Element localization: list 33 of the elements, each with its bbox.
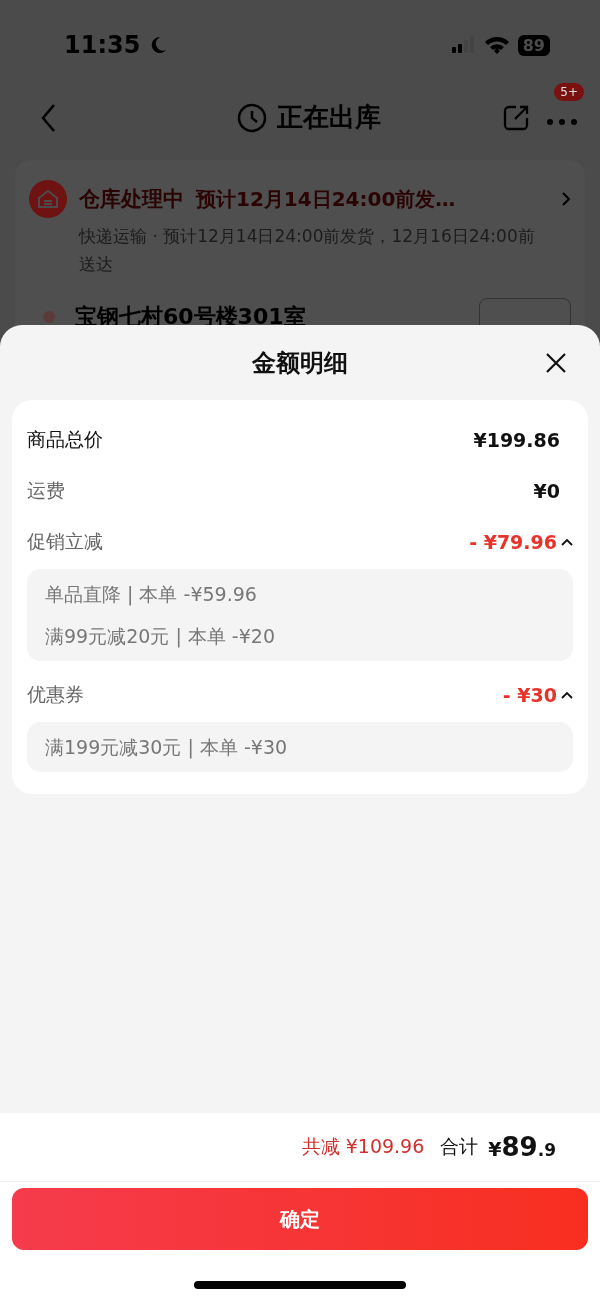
share-icon[interactable] <box>502 103 530 132</box>
notification-badge: 5+ <box>554 83 584 101</box>
total-label: 合计 <box>440 1134 479 1159</box>
row-amount: ¥0 <box>533 479 560 502</box>
discount-detail: 单品直降 | 本单 -¥59.96 <box>45 583 258 605</box>
wifi-icon <box>483 35 510 55</box>
row-label: 商品总价 <box>27 426 104 452</box>
status-time: 11:35 <box>64 31 141 59</box>
caret-icon[interactable] <box>561 690 573 699</box>
close-icon[interactable] <box>545 352 567 374</box>
shipment-status: 仓库处理中 <box>79 186 184 213</box>
clock-icon <box>237 102 267 133</box>
shipment-estimate: 预计12月14日24:00前发… <box>196 185 457 213</box>
sheet-title: 金额明细 <box>252 347 348 379</box>
total-saved: 共减 ¥109.96 <box>301 1134 425 1159</box>
confirm-button[interactable]: 确定 <box>12 1188 588 1250</box>
warehouse-icon <box>29 180 67 218</box>
row-label: 优惠券 <box>27 681 85 707</box>
row-amount: ¥199.86 <box>473 428 560 451</box>
battery-indicator: 89 <box>517 34 550 56</box>
page-title: 正在出库 <box>277 101 381 134</box>
discount-detail: 满99元减20元 | 本单 -¥20 <box>45 625 276 647</box>
signal-icon <box>451 36 476 54</box>
more-icon[interactable] <box>546 118 578 126</box>
caret-icon[interactable] <box>561 537 573 546</box>
discount-amount: - ¥79.96 <box>469 530 557 553</box>
row-label: 促销立减 <box>27 528 104 554</box>
total-amount: ¥89.9 <box>488 1132 556 1162</box>
discount-detail: 满199元减30元 | 本单 -¥30 <box>45 736 289 758</box>
row-label: 运费 <box>27 477 66 503</box>
chevron-right-icon[interactable] <box>561 191 571 207</box>
back-icon[interactable] <box>40 102 56 133</box>
discount-amount: - ¥30 <box>502 683 557 706</box>
